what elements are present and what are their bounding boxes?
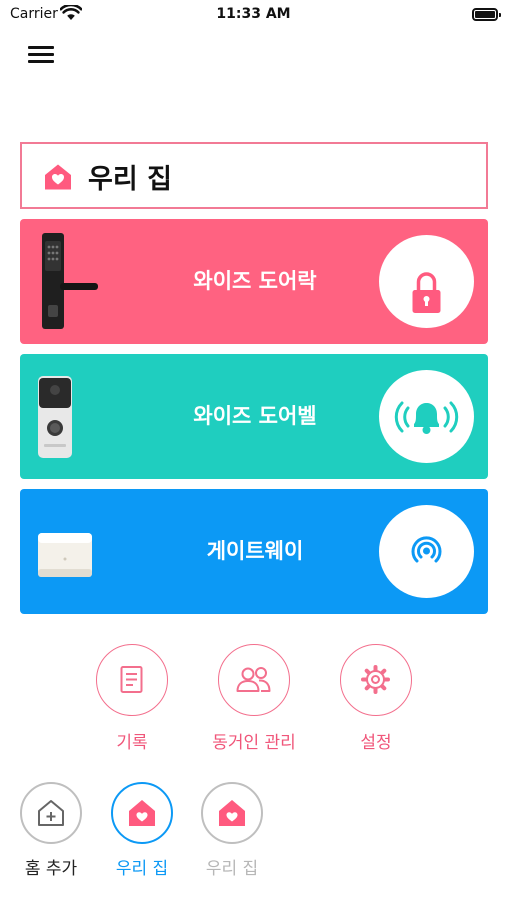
gateway-label: 게이트웨이 (206, 539, 304, 563)
home-selected-label: 우리 집 (115, 859, 169, 879)
history-label: 기록 (116, 733, 148, 753)
home-tab-other[interactable]: 우리 집 (187, 782, 277, 879)
members-label: 동거인 관리 (212, 733, 296, 753)
settings-icon-circle (340, 644, 412, 716)
gateway-action-button[interactable] (379, 505, 474, 598)
gear-icon (361, 665, 390, 694)
battery-icon (472, 8, 501, 21)
document-icon (120, 666, 143, 693)
gateway-product-image (38, 533, 92, 577)
page-title: 우리 집 (88, 164, 172, 195)
signal-broadcast-icon (411, 536, 442, 563)
menu-button[interactable] (24, 42, 58, 66)
padlock-icon (412, 272, 441, 313)
history-button[interactable]: 기록 (72, 644, 192, 753)
add-home-icon (38, 800, 64, 826)
doorlock-label: 와이즈 도어락 (193, 269, 317, 293)
history-icon-circle (96, 644, 168, 716)
home-tab-selected[interactable]: 우리 집 (97, 782, 187, 879)
add-home-circle (20, 782, 82, 844)
doorlock-card[interactable]: 와이즈 도어락 (20, 219, 488, 344)
doorbell-card[interactable]: 와이즈 도어벨 (20, 354, 488, 479)
home-heart-icon (45, 164, 71, 190)
home-heart-icon (219, 800, 245, 826)
doorbell-product-image (38, 376, 72, 458)
settings-label: 설정 (360, 733, 392, 753)
members-icon-circle (218, 644, 290, 716)
home-other-circle (201, 782, 263, 844)
members-button[interactable]: 동거인 관리 (194, 644, 314, 753)
home-heart-icon (129, 800, 155, 826)
doorbell-label: 와이즈 도어벨 (193, 404, 317, 428)
people-icon (236, 667, 271, 692)
doorbell-action-button[interactable] (379, 370, 474, 463)
gateway-card[interactable]: 게이트웨이 (20, 489, 488, 614)
home-selected-circle (111, 782, 173, 844)
add-home-button[interactable]: 홈 추가 (6, 782, 96, 879)
status-time: 11:33 AM (216, 6, 291, 22)
home-title-box[interactable]: 우리 집 (20, 142, 488, 209)
settings-button[interactable]: 설정 (316, 644, 436, 753)
home-other-label: 우리 집 (205, 859, 259, 879)
add-home-label: 홈 추가 (24, 859, 78, 879)
doorlock-action-button[interactable] (379, 235, 474, 328)
status-bar: Carrier 11:33 AM (0, 0, 507, 30)
doorlock-product-image (42, 233, 98, 329)
ringing-bell-icon (394, 401, 459, 434)
